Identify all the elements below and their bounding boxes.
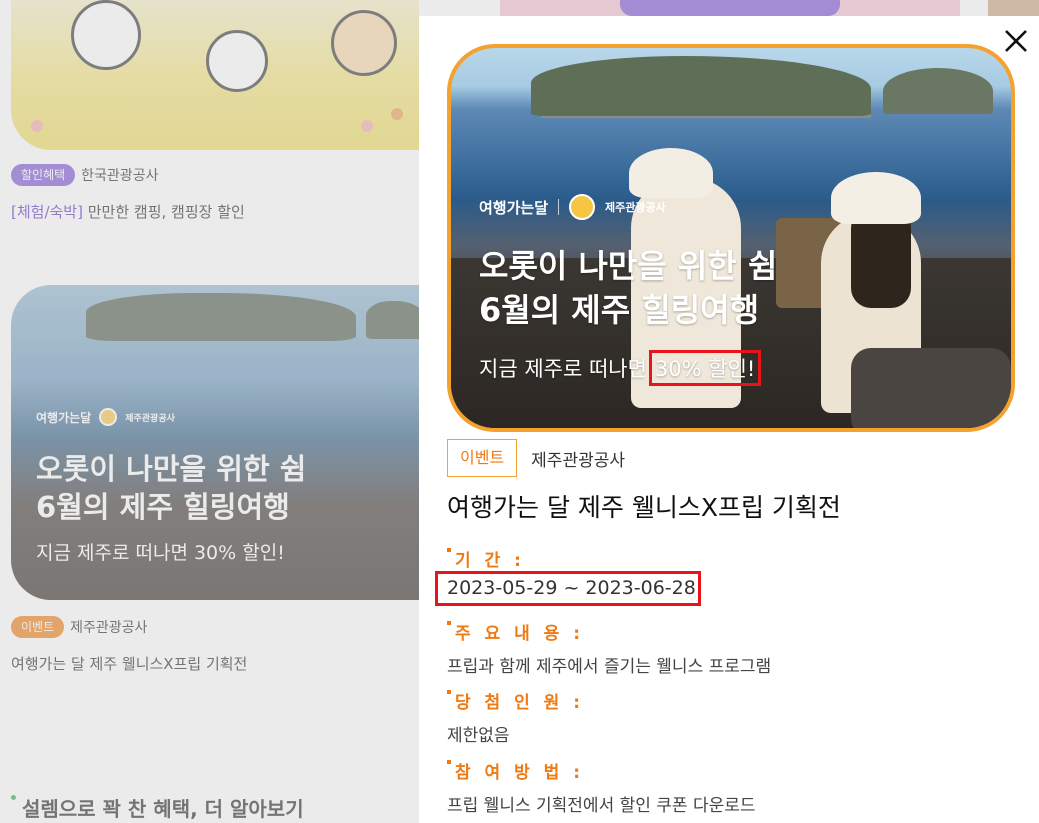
banner-headline-line-2: 6월의 제주 힐링여행	[479, 291, 760, 329]
period-label-text: 기 간 :	[455, 551, 525, 571]
main-content-label: 주 요 내 용 :	[447, 619, 771, 644]
banner-subline: 지금 제주로 떠나면 30% 할인!	[479, 350, 762, 386]
participation-method-value: 프립 웰니스 기획전에서 할인 쿠폰 다운로드	[447, 796, 756, 816]
event-detail-modal: 여행가는달 제주관광공사 오롯이 나만을 위한 쉼 6월의 제주 힐링여행 지금…	[419, 16, 1039, 823]
jeju-tourism-logo-icon	[569, 194, 596, 220]
participation-method-label: 참 여 방 법 :	[447, 758, 756, 783]
bullet-square-icon	[447, 548, 451, 552]
brand-logo-text: 여행가는달	[479, 198, 549, 217]
discount-highlight: 30% 할인!	[648, 350, 762, 386]
winner-count-label: 당 첨 인 원 :	[447, 688, 584, 713]
main-content-section: 주 요 내 용 : 프립과 함께 제주에서 즐기는 웰니스 프로그램	[447, 619, 771, 677]
hat-shape	[831, 172, 921, 224]
rock-seat-shape	[851, 348, 1011, 428]
close-icon	[1005, 30, 1027, 52]
banner-headline-line-1: 오롯이 나만을 위한 쉼	[479, 247, 778, 285]
banner-headline: 오롯이 나만을 위한 쉼 6월의 제주 힐링여행	[479, 244, 777, 332]
event-tag: 이벤트	[447, 439, 518, 477]
winner-count-label-text: 당 첨 인 원 :	[455, 693, 585, 713]
bullet-square-icon	[447, 760, 451, 764]
event-banner-image: 여행가는달 제주관광공사 오롯이 나만을 위한 쉼 6월의 제주 힐링여행 지금…	[447, 44, 1015, 432]
participation-method-label-text: 참 여 방 법 :	[455, 763, 585, 783]
period-section: 기 간 :	[447, 546, 525, 571]
organization-label: 제주관광공사	[531, 450, 626, 471]
winner-count-section: 당 첨 인 원 : 제한없음	[447, 688, 584, 746]
bullet-square-icon	[447, 621, 451, 625]
main-content-label-text: 주 요 내 용 :	[455, 624, 585, 644]
modal-meta-row: 이벤트 제주관광공사	[447, 439, 625, 477]
winner-count-value: 제한없음	[447, 726, 510, 746]
participation-method-section: 참 여 방 법 : 프립 웰니스 기획전에서 할인 쿠폰 다운로드	[447, 758, 756, 816]
jeju-tourism-logo-text: 제주관광공사	[605, 201, 666, 214]
hat-shape	[629, 148, 713, 198]
banner-subline-prefix: 지금 제주로 떠나면	[479, 357, 647, 381]
bullet-square-icon	[447, 690, 451, 694]
main-content-value: 프립과 함께 제주에서 즐기는 웰니스 프로그램	[447, 657, 772, 677]
modal-title: 여행가는 달 제주 웰니스X프립 기획전	[447, 493, 841, 522]
island-shape	[531, 56, 871, 116]
period-label: 기 간 :	[447, 546, 525, 571]
close-button[interactable]	[1001, 26, 1031, 56]
banner-logos: 여행가는달 제주관광공사	[479, 194, 666, 220]
period-value: 2023-05-29 ~ 2023-06-28	[447, 577, 696, 599]
logo-separator	[558, 199, 560, 215]
island-shape	[883, 68, 993, 114]
